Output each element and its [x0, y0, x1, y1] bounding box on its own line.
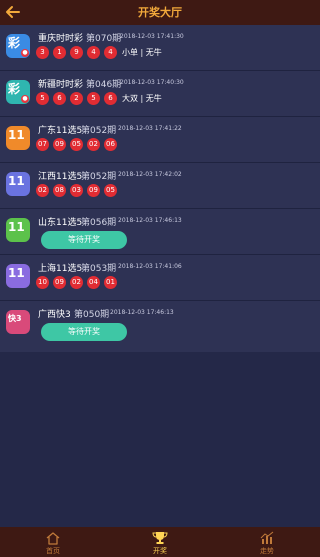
- result-ball: 6: [53, 92, 66, 105]
- lottery-time: 2018-12-03 17:40:30: [120, 79, 184, 86]
- lottery-name: 广东11选5: [38, 126, 83, 136]
- result-ball: 6: [104, 92, 117, 105]
- lottery-logo-mark: 彩: [8, 36, 21, 50]
- lottery-list: 彩 ● 重庆时时彩 第070期 2018-12-03 17:41:30 3 1 …: [0, 25, 320, 352]
- lottery-time: 2018-12-03 17:41:22: [118, 125, 182, 132]
- lottery-row[interactable]: 彩 ● 重庆时时彩 第070期 2018-12-03 17:41:30 3 1 …: [0, 25, 320, 71]
- awaiting-draw-button[interactable]: 等待开奖: [41, 231, 127, 249]
- lottery-logo: 11: [6, 264, 30, 288]
- tab-home[interactable]: 首页: [23, 527, 83, 557]
- result-ball: 5: [87, 92, 100, 105]
- lottery-name: 山东11选5: [38, 218, 83, 228]
- lottery-logo: 彩 ●: [6, 80, 30, 104]
- result-ball: 09: [87, 184, 100, 197]
- lottery-time: 2018-12-03 17:41:06: [118, 263, 182, 270]
- lottery-logo-mark: 11: [8, 128, 25, 142]
- lottery-time: 2018-12-03 17:46:13: [118, 217, 182, 224]
- lottery-row[interactable]: 11 上海11选5 第053期 2018-12-03 17:41:06 10 0…: [0, 255, 320, 301]
- lottery-logo: 11: [6, 218, 30, 242]
- lottery-row[interactable]: 11 广东11选5 第052期 2018-12-03 17:41:22 07 0…: [0, 117, 320, 163]
- lottery-logo: 11: [6, 172, 30, 196]
- result-summary: 小单 | 无牛: [122, 48, 162, 57]
- lottery-issue: 第046期: [86, 80, 122, 90]
- result-ball: 09: [53, 138, 66, 151]
- lottery-name: 新疆时时彩: [38, 80, 84, 90]
- tab-draw-results[interactable]: 开奖: [130, 527, 190, 557]
- result-ball: 1: [53, 46, 66, 59]
- lottery-logo: 彩 ●: [6, 34, 30, 58]
- result-ball: 05: [70, 138, 83, 151]
- lottery-logo-mark: 11: [8, 266, 25, 280]
- tab-trend[interactable]: 走势: [237, 527, 297, 557]
- awaiting-draw-button[interactable]: 等待开奖: [41, 323, 127, 341]
- lottery-logo-mark: 快3: [8, 314, 22, 323]
- tab-label: 走势: [260, 547, 274, 555]
- result-ball: 01: [104, 276, 117, 289]
- result-balls: 5 6 2 5 6: [36, 92, 117, 105]
- lottery-time: 2018-12-03 17:42:02: [118, 171, 182, 178]
- result-ball: 9: [70, 46, 83, 59]
- lottery-issue: 第052期: [81, 126, 117, 136]
- result-ball: 4: [87, 46, 100, 59]
- lottery-name: 江西11选5: [38, 172, 83, 182]
- home-icon: [46, 532, 60, 545]
- result-ball: 03: [70, 184, 83, 197]
- result-ball: 09: [53, 276, 66, 289]
- result-ball: 04: [87, 276, 100, 289]
- lottery-name: 广西快3: [38, 310, 71, 320]
- trend-chart-icon: [260, 531, 274, 544]
- result-summary: 大双 | 无牛: [122, 94, 162, 103]
- result-ball: 08: [53, 184, 66, 197]
- lottery-row[interactable]: 彩 ● 新疆时时彩 第046期 2018-12-03 17:40:30 5 6 …: [0, 71, 320, 117]
- lottery-name: 上海11选5: [38, 264, 83, 274]
- app-header: 开奖大厅: [0, 0, 320, 25]
- result-balls: 10 09 02 04 01: [36, 276, 117, 289]
- lottery-row[interactable]: 11 山东11选5 第056期 2018-12-03 17:46:13 等待开奖: [0, 209, 320, 255]
- result-balls: 02 08 03 09 05: [36, 184, 117, 197]
- lottery-name: 重庆时时彩: [38, 34, 84, 44]
- result-ball: 06: [104, 138, 117, 151]
- result-balls: 3 1 9 4 4: [36, 46, 117, 59]
- result-ball: 3: [36, 46, 49, 59]
- result-ball: 02: [36, 184, 49, 197]
- lottery-time: 2018-12-03 17:41:30: [120, 33, 184, 40]
- lottery-issue: 第050期: [74, 310, 110, 320]
- lottery-logo-mark: 彩: [8, 82, 21, 96]
- tab-label: 开奖: [153, 547, 167, 555]
- lottery-logo-mark: 11: [8, 220, 25, 234]
- trophy-icon: [152, 532, 168, 544]
- tab-label: 首页: [46, 547, 60, 555]
- result-ball: 10: [36, 276, 49, 289]
- lottery-time: 2018-12-03 17:46:13: [110, 309, 174, 316]
- lottery-issue: 第056期: [81, 218, 117, 228]
- result-ball: 02: [70, 276, 83, 289]
- lottery-issue: 第052期: [81, 172, 117, 182]
- lottery-logo: 11: [6, 126, 30, 150]
- lottery-row[interactable]: 快3 广西快3 第050期 2018-12-03 17:46:13 等待开奖: [0, 301, 320, 352]
- result-ball: 02: [87, 138, 100, 151]
- result-ball: 4: [104, 46, 117, 59]
- lottery-row[interactable]: 11 江西11选5 第052期 2018-12-03 17:42:02 02 0…: [0, 163, 320, 209]
- result-balls: 07 09 05 02 06: [36, 138, 117, 151]
- lottery-issue: 第070期: [86, 34, 122, 44]
- result-ball: 5: [36, 92, 49, 105]
- result-ball: 05: [104, 184, 117, 197]
- page-title: 开奖大厅: [138, 6, 182, 19]
- result-ball: 07: [36, 138, 49, 151]
- lottery-issue: 第053期: [81, 264, 117, 274]
- lottery-logo-mark: 11: [8, 174, 25, 188]
- result-ball: 2: [70, 92, 83, 105]
- lottery-logo: 快3: [6, 310, 30, 334]
- bottom-tab-bar: 首页 开奖 走势: [0, 527, 320, 557]
